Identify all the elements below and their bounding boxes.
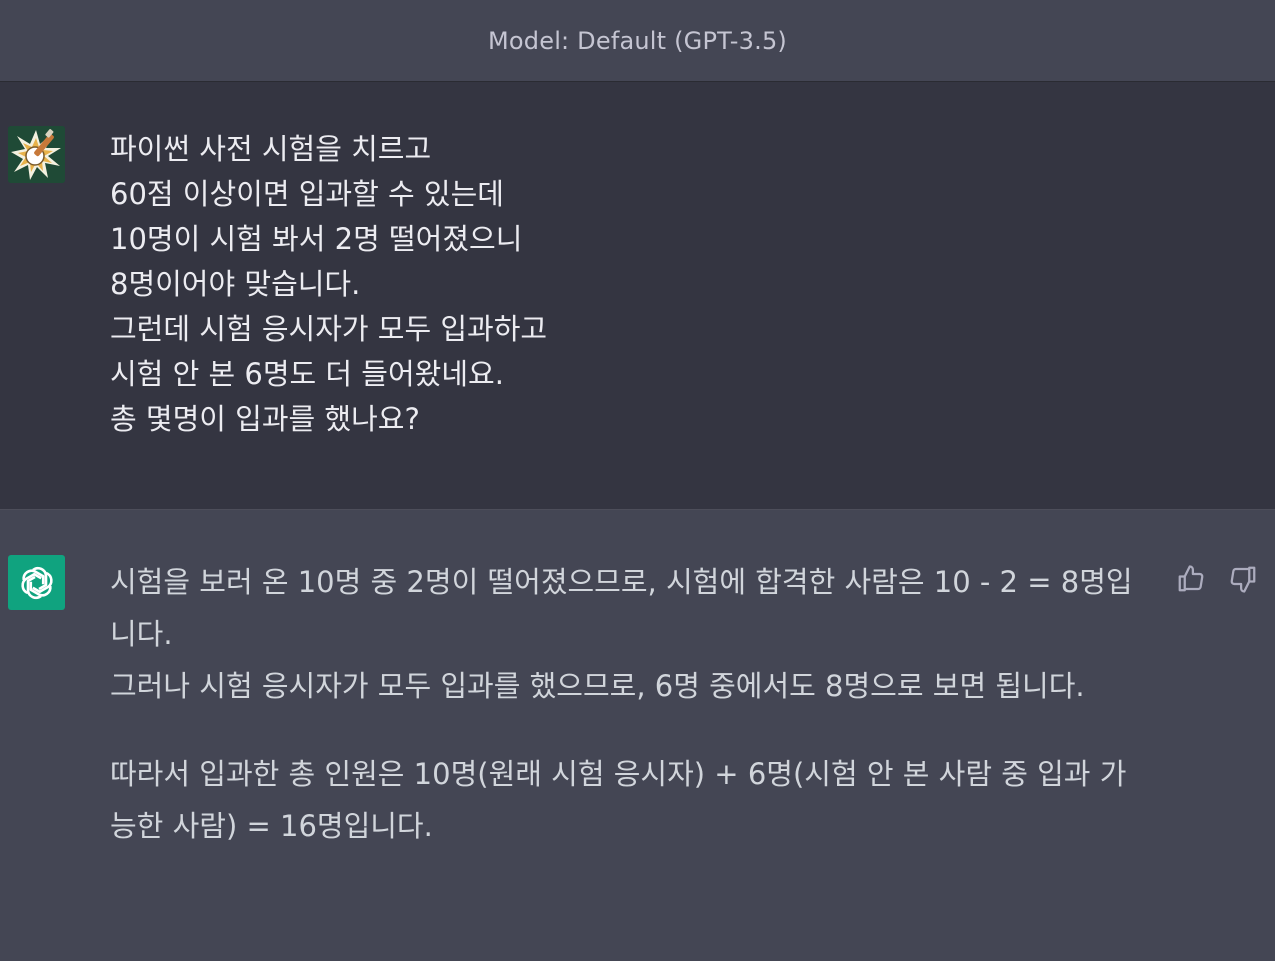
user-message-line: 시험 안 본 6명도 더 들어왔네요.	[110, 357, 504, 391]
user-message-line: 총 몇명이 입과를 했나요?	[110, 402, 420, 436]
user-message-text: 파이썬 사전 시험을 치르고 60점 이상이면 입과할 수 있는데 10명이 시…	[110, 127, 1110, 442]
thumbs-up-icon	[1178, 565, 1204, 592]
user-message-line: 60점 이상이면 입과할 수 있는데	[110, 177, 504, 211]
assistant-message: 시험을 보러 온 10명 중 2명이 떨어졌으므로, 시험에 합격한 사람은 1…	[0, 510, 1275, 961]
thumbs-down-icon	[1230, 566, 1256, 593]
user-message-line: 그런데 시험 응시자가 모두 입과하고	[110, 312, 548, 346]
thumbs-up-button[interactable]	[1174, 562, 1208, 596]
user-message-line: 10명이 시험 봐서 2명 떨어졌으니	[110, 222, 523, 256]
model-label: Model: Default (GPT-3.5)	[488, 26, 787, 55]
user-message-line: 파이썬 사전 시험을 치르고	[110, 132, 432, 166]
assistant-paragraph: 시험을 보러 온 10명 중 2명이 떨어졌으므로, 시험에 합격한 사람은 1…	[110, 565, 1133, 651]
assistant-paragraph: 그러나 시험 응시자가 모두 입과를 했으므로, 6명 중에서도 8명으로 보면…	[110, 669, 1085, 703]
assistant-paragraph: 따라서 입과한 총 인원은 10명(원래 시험 응시자) + 6명(시험 안 본…	[110, 757, 1127, 843]
assistant-message-text: 시험을 보러 온 10명 중 2명이 떨어졌으므로, 시험에 합격한 사람은 1…	[110, 556, 1150, 852]
user-message: 파이썬 사전 시험을 치르고 60점 이상이면 입과할 수 있는데 10명이 시…	[0, 82, 1275, 510]
thumbs-down-button[interactable]	[1226, 562, 1260, 596]
model-header: Model: Default (GPT-3.5)	[0, 0, 1275, 82]
openai-logo-icon	[8, 555, 65, 610]
user-avatar-icon	[8, 126, 65, 183]
chat-page: Model: Default (GPT-3.5) 파이썬 사전 시험을 치르고 …	[0, 0, 1275, 961]
user-message-line: 8명이어야 맞습니다.	[110, 267, 361, 301]
